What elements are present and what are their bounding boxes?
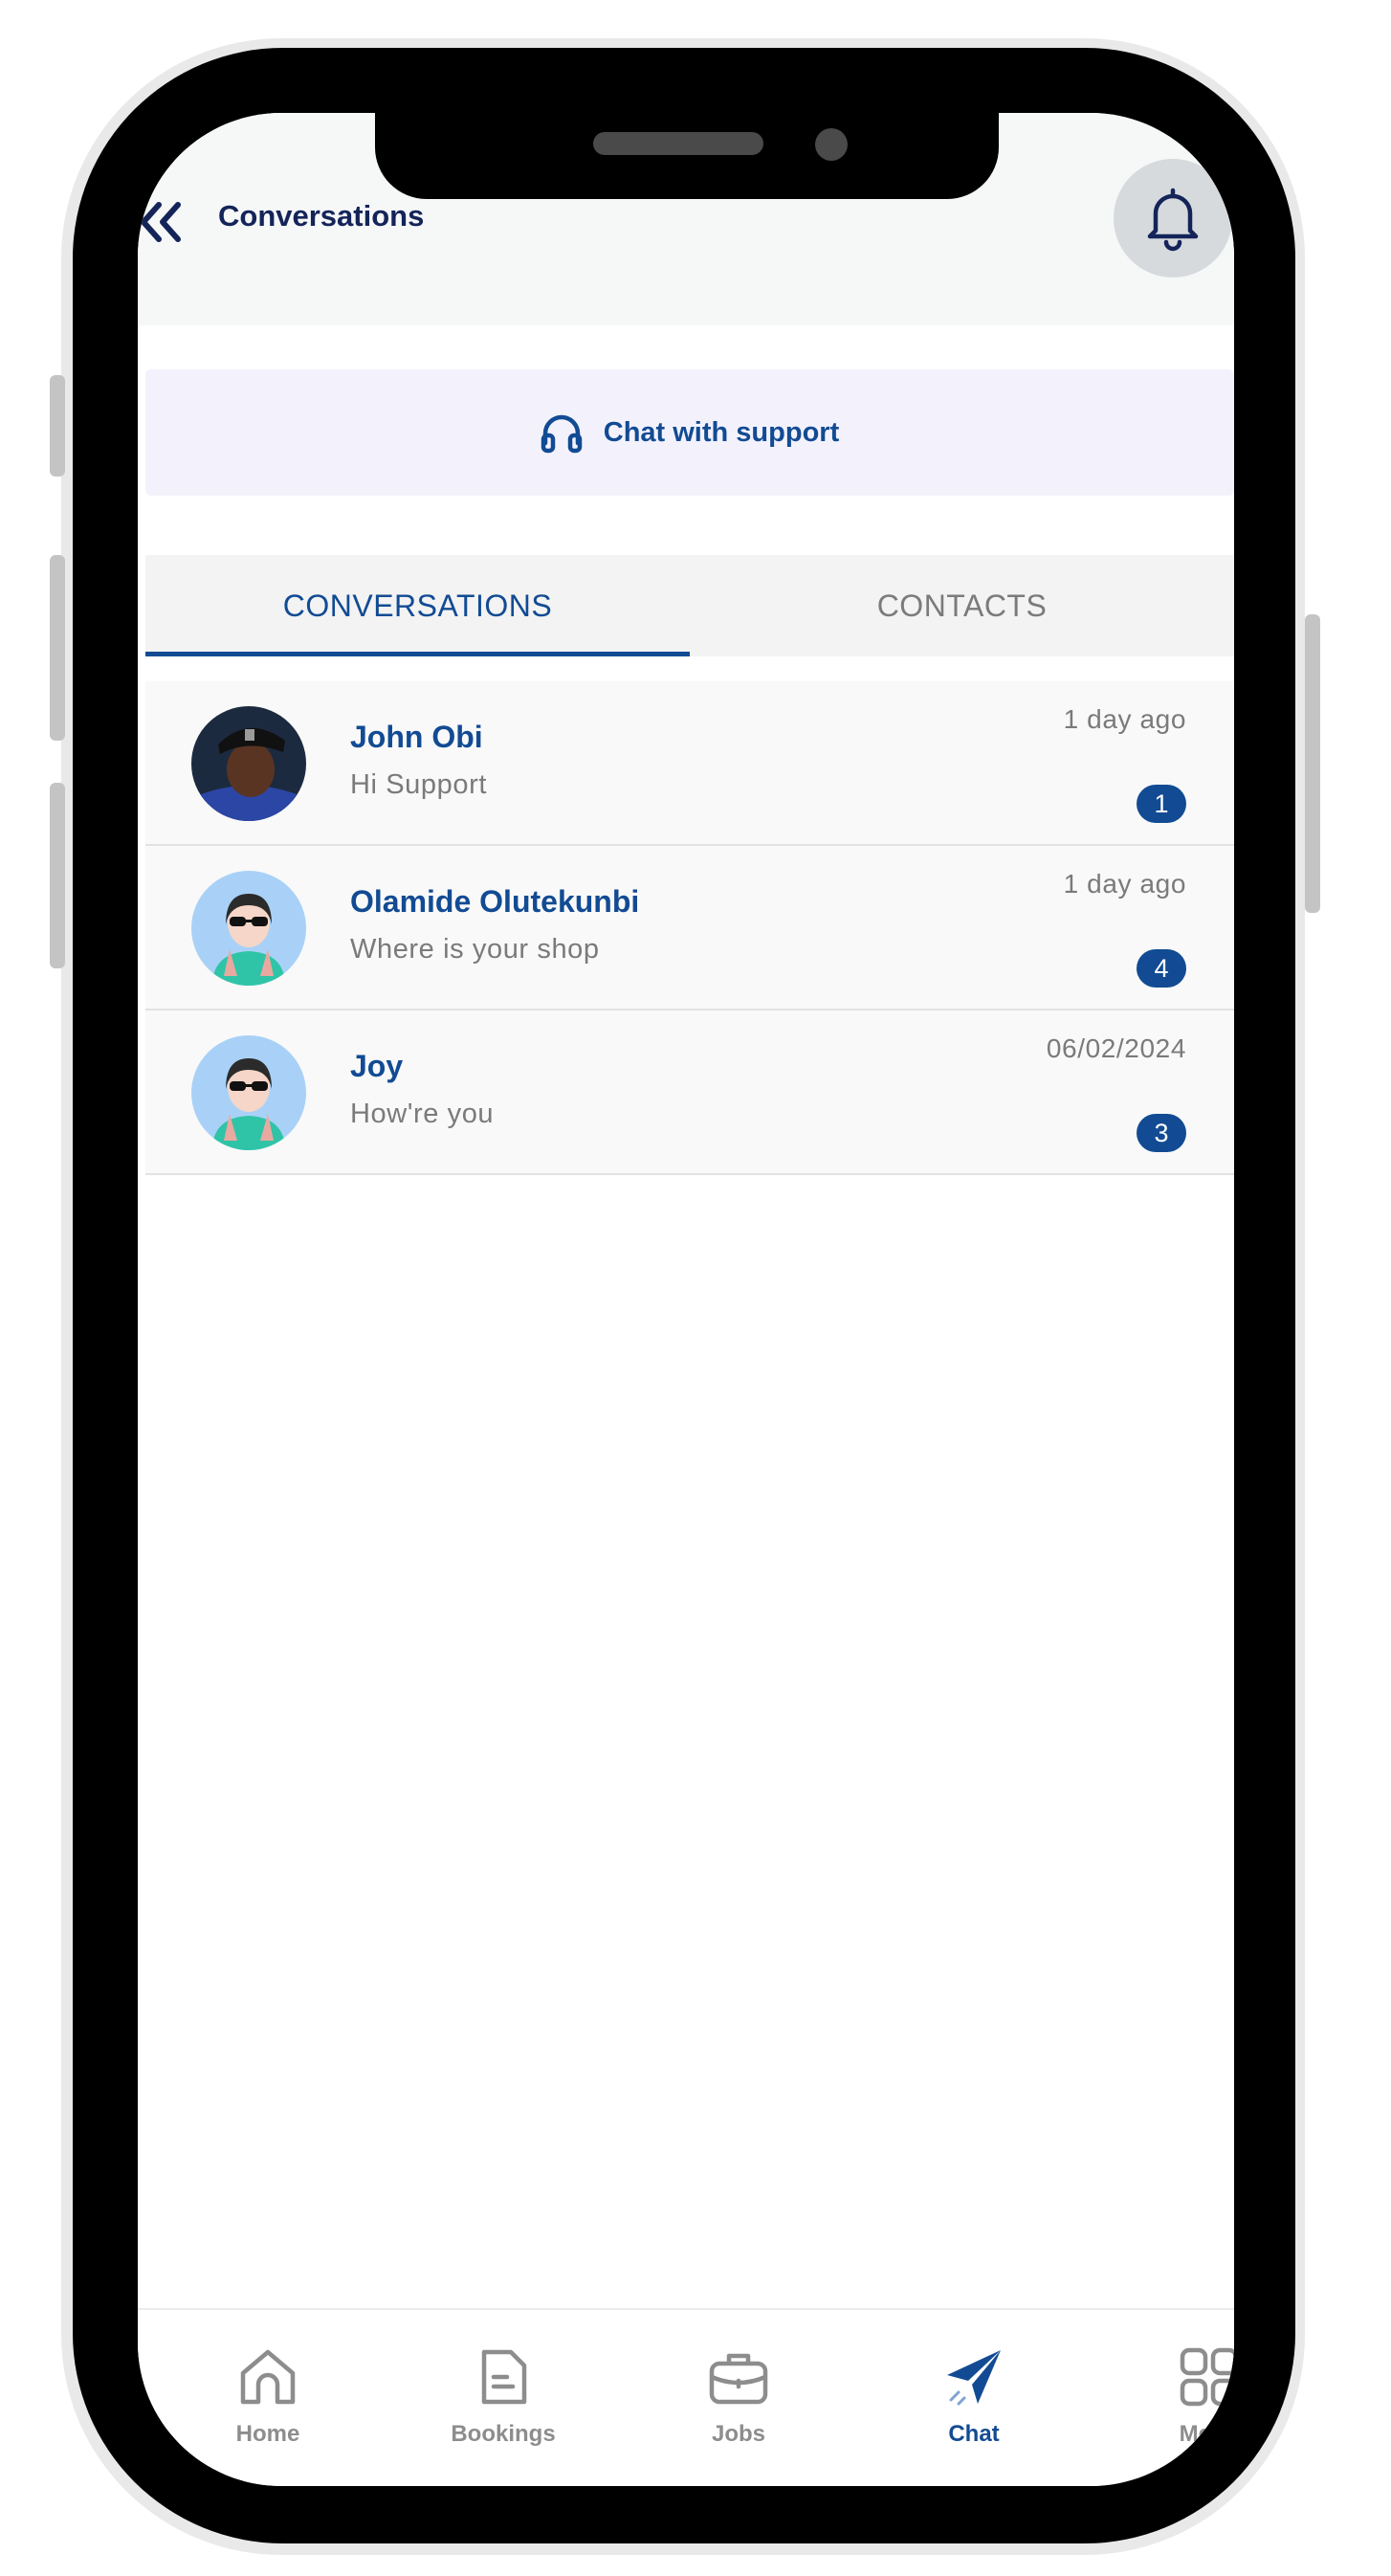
page-title: Conversations [218, 199, 425, 233]
nav-label: Jobs [711, 2421, 765, 2447]
avatar [191, 1035, 306, 1150]
send-icon [947, 2350, 1001, 2406]
conversation-item[interactable]: John Obi Hi Support 1 day ago 1 [145, 681, 1234, 846]
unread-badge: 4 [1137, 949, 1186, 988]
tab-conversations[interactable]: CONVERSATIONS [145, 555, 690, 656]
conversation-preview: Hi Support [350, 769, 488, 800]
support-label: Chat with support [603, 416, 840, 448]
tab-bar: CONVERSATIONS CONTACTS [145, 555, 1234, 656]
conversation-preview: Where is your shop [350, 934, 600, 965]
conversation-time: 1 day ago [1063, 704, 1186, 734]
grid-icon [1180, 2347, 1234, 2407]
bell-icon [1147, 188, 1199, 252]
avatar [191, 706, 306, 821]
conversation-list: John Obi Hi Support 1 day ago 1 Olamide … [145, 681, 1234, 1175]
document-icon [481, 2349, 527, 2405]
nav-item-menu[interactable]: Menu [1123, 2310, 1234, 2486]
conversation-preview: How're you [350, 1099, 495, 1129]
conversation-name: Olamide Olutekunbi [350, 884, 640, 919]
device-volume-down [50, 783, 65, 968]
device-notch [375, 113, 999, 199]
tab-contacts[interactable]: CONTACTS [690, 555, 1234, 656]
device-power-button [1305, 614, 1320, 913]
conversation-name: Joy [350, 1049, 404, 1083]
device-camera [815, 128, 848, 161]
device-mute-switch [50, 375, 65, 477]
nav-label: Bookings [451, 2421, 556, 2447]
bottom-navigation: Home Bookings Jobs Chat Menu [138, 2308, 1234, 2486]
avatar [191, 871, 306, 986]
nav-item-jobs[interactable]: Jobs [652, 2310, 825, 2486]
briefcase-icon [709, 2353, 768, 2405]
nav-label: Chat [948, 2421, 1000, 2447]
nav-item-home[interactable]: Home [182, 2310, 354, 2486]
conversation-time: 06/02/2024 [1046, 1033, 1186, 1063]
home-icon [240, 2349, 296, 2405]
double-chevron-left-icon[interactable] [138, 195, 186, 249]
nav-item-chat[interactable]: Chat [888, 2310, 1060, 2486]
device-volume-up [50, 555, 65, 741]
nav-item-bookings[interactable]: Bookings [417, 2310, 589, 2486]
notifications-button[interactable] [1114, 159, 1232, 278]
nav-label: Menu [1179, 2421, 1234, 2447]
unread-badge: 1 [1137, 785, 1186, 823]
conversation-time: 1 day ago [1063, 869, 1186, 899]
conversation-item[interactable]: Joy How're you 06/02/2024 3 [145, 1010, 1234, 1175]
headphones-icon [541, 414, 582, 454]
conversation-name: John Obi [350, 720, 483, 754]
device-speaker [593, 132, 763, 155]
nav-label: Home [235, 2421, 300, 2447]
unread-badge: 3 [1137, 1114, 1186, 1152]
conversation-item[interactable]: Olamide Olutekunbi Where is your shop 1 … [145, 846, 1234, 1010]
chat-with-support-button[interactable]: Chat with support [145, 369, 1234, 496]
app-screen: Conversations Chat with support CONVERSA… [138, 113, 1234, 2486]
